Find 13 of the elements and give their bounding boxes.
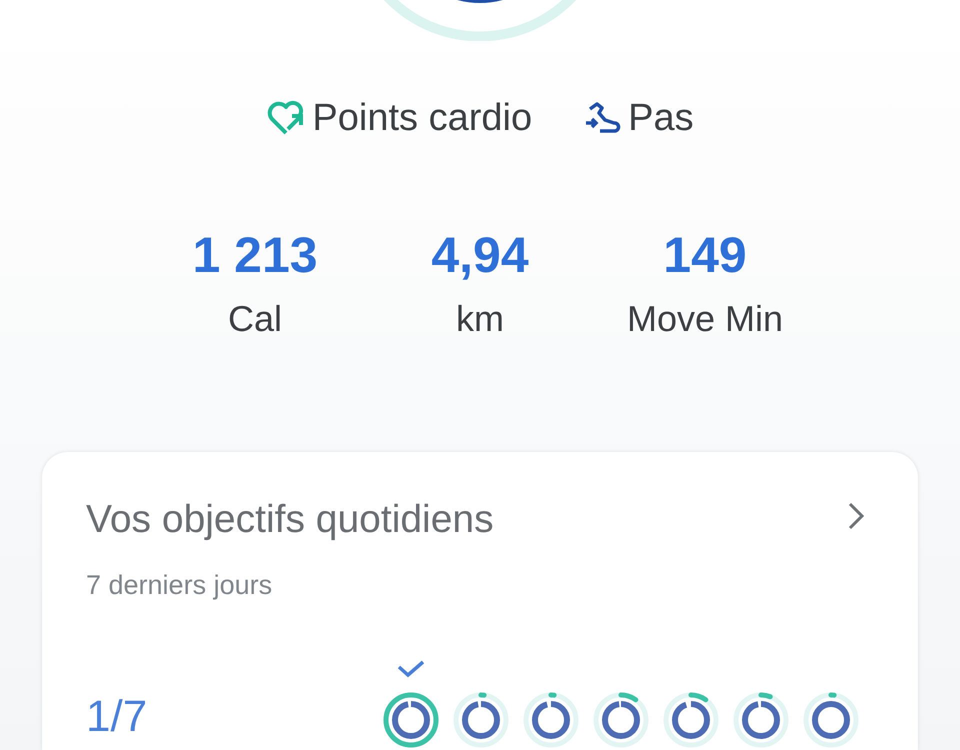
stat-value: 149 [663, 226, 747, 284]
goals-card[interactable]: Vos objectifs quotidiens 7 derniers jours 1/7 [42, 452, 918, 750]
legend-label: Points cardio [312, 97, 532, 140]
goal-score: 1/7 [86, 692, 148, 742]
card-title: Vos objectifs quotidiens [86, 498, 494, 542]
stat-value: 4,94 [431, 226, 529, 284]
stat-label: km [456, 298, 504, 340]
legend-label: Pas [628, 97, 694, 140]
stat-value: 1 213 [192, 226, 318, 284]
stat-label: Move Min [626, 298, 784, 340]
stat-label: Cal [228, 298, 282, 340]
chevron-right-icon[interactable] [848, 502, 864, 530]
card-subtitle: 7 derniers jours [86, 570, 274, 601]
